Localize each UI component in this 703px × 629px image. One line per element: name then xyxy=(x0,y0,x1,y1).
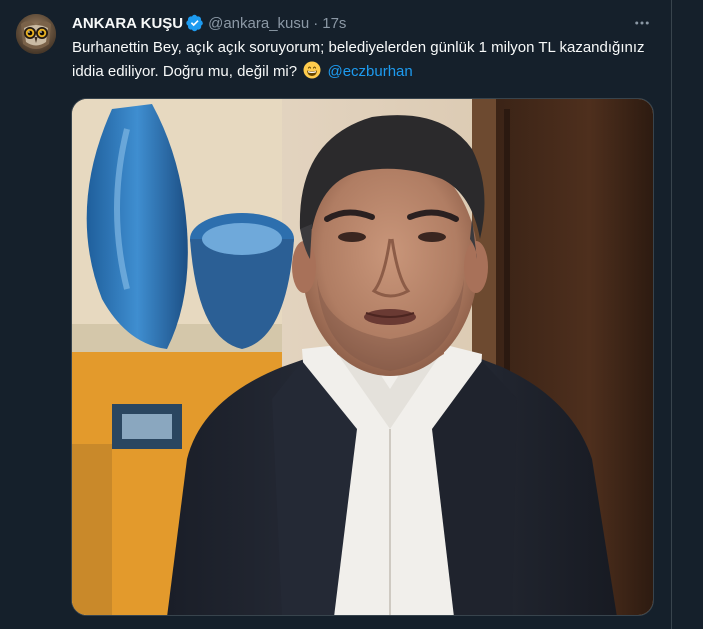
mention-link[interactable]: @eczburhan xyxy=(327,63,412,80)
tweet[interactable]: ANKARA KUŞU @ankara_kusu · 17s Burhanett… xyxy=(0,0,671,629)
tweet-media-video[interactable] xyxy=(71,98,654,616)
tweet-text: Burhanettin Bey, açık açık soruyorum; be… xyxy=(72,36,648,84)
tweet-header: ANKARA KUŞU @ankara_kusu · 17s xyxy=(72,12,656,34)
timeline-page: ANKARA KUŞU @ankara_kusu · 17s Burhanett… xyxy=(0,0,703,629)
more-options-button[interactable] xyxy=(627,11,657,35)
owl-avatar-icon xyxy=(16,14,56,54)
verified-badge-icon[interactable] xyxy=(186,14,204,32)
avatar[interactable] xyxy=(16,14,56,54)
more-horizontal-icon xyxy=(635,21,649,25)
author-handle[interactable]: @ankara_kusu xyxy=(208,15,309,32)
grinning-face-emoji-icon xyxy=(303,61,321,79)
tweet-timestamp[interactable]: 17s xyxy=(322,15,346,32)
video-frame-image xyxy=(72,99,653,615)
tweet-content: ANKARA KUŞU @ankara_kusu · 17s Burhanett… xyxy=(72,12,656,84)
separator-dot: · xyxy=(313,14,319,32)
author-display-name[interactable]: ANKARA KUŞU xyxy=(72,15,183,32)
column-divider xyxy=(671,0,672,629)
